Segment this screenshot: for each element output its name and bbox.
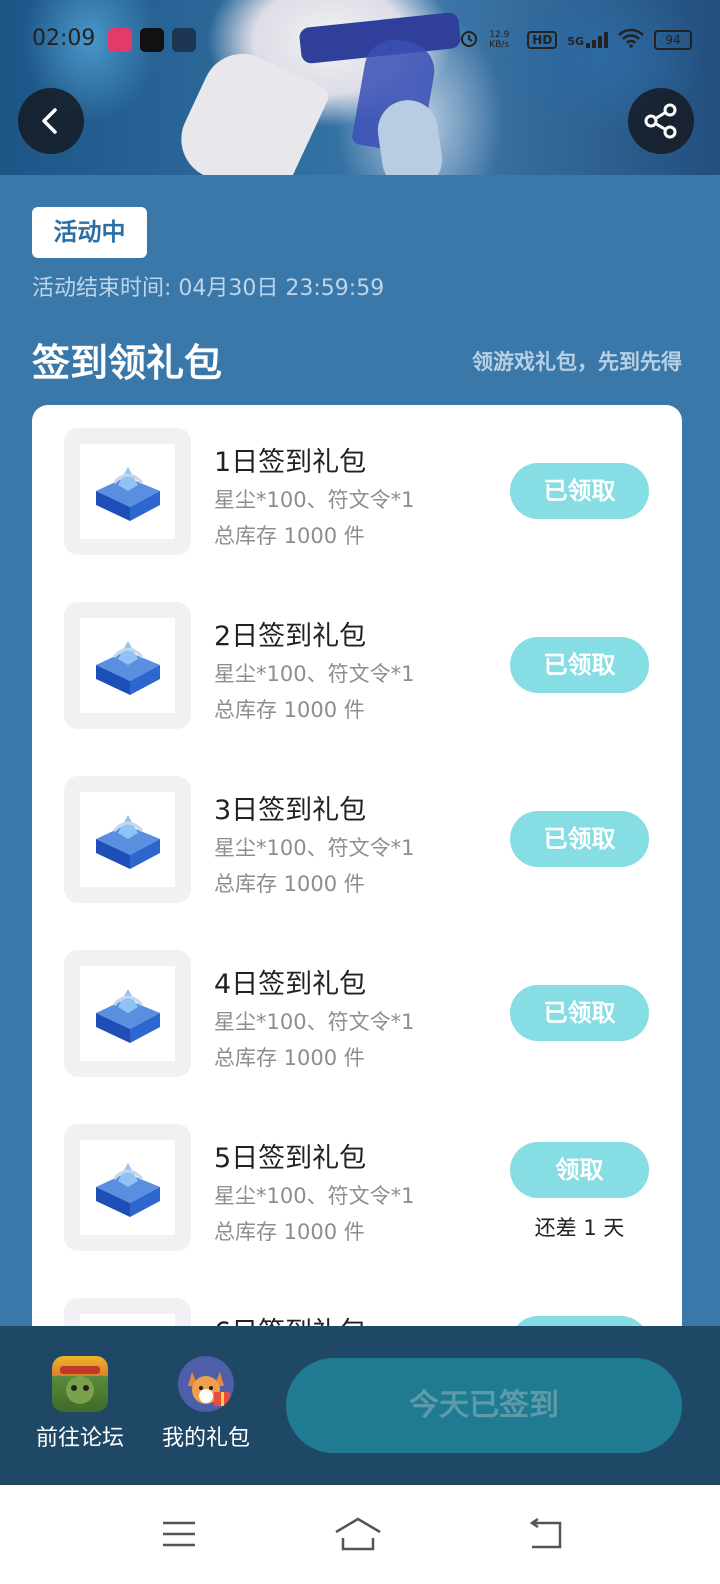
treasure-chest-icon xyxy=(80,966,175,1061)
section-subtitle: 领游戏礼包，先到先得 xyxy=(472,350,682,374)
gift-row-day5: 5日签到礼包 星尘*100、符文令*1 总库存 1000 件 领取 还差 1 天 xyxy=(32,1124,682,1254)
claimed-button[interactable]: 已领取 xyxy=(510,637,649,693)
notification-icons xyxy=(108,28,196,52)
gift-stock: 总库存 1000 件 xyxy=(214,872,365,896)
bottom-action-bar: 前往论坛 我的礼包 今天已签到 xyxy=(0,1326,720,1485)
gift-row-day2: 2日签到礼包 星尘*100、符文令*1 总库存 1000 件 已领取 xyxy=(32,602,682,732)
gift-stock: 总库存 1000 件 xyxy=(214,524,365,548)
share-icon xyxy=(644,103,677,139)
signed-in-today-button[interactable]: 今天已签到 xyxy=(286,1358,682,1453)
section-title: 签到领礼包 xyxy=(32,341,223,385)
tiktok-icon xyxy=(140,28,164,52)
treasure-chest-icon xyxy=(80,618,175,713)
header-banner: 02:09 12.9 KB/s HD 5G 94 xyxy=(0,0,720,175)
claimed-button[interactable]: 已领取 xyxy=(510,985,649,1041)
activity-status-tag: 活动中 xyxy=(32,207,147,258)
signal-bars-icon xyxy=(586,31,608,48)
my-gifts-label: 我的礼包 xyxy=(161,1426,250,1451)
fox-gift-icon xyxy=(178,1356,234,1412)
signal-indicator: 5G xyxy=(567,31,608,48)
gift-row-day3: 3日签到礼包 星尘*100、符文令*1 总库存 1000 件 已领取 xyxy=(32,776,682,906)
forum-label: 前往论坛 xyxy=(35,1426,124,1451)
gift-description: 星尘*100、符文令*1 xyxy=(214,1010,415,1034)
treasure-chest-icon xyxy=(80,1140,175,1235)
nav-home-button[interactable] xyxy=(326,1509,390,1559)
message-icon xyxy=(172,28,196,52)
gift-row-day4: 4日签到礼包 星尘*100、符文令*1 总库存 1000 件 已领取 xyxy=(32,950,682,1080)
menu-icon xyxy=(163,1521,195,1547)
gift-thumbnail xyxy=(64,602,191,729)
nav-menu-button[interactable] xyxy=(147,1509,211,1559)
alarm-icon xyxy=(459,28,479,51)
gift-description: 星尘*100、符文令*1 xyxy=(214,662,415,686)
claimed-button[interactable]: 已领取 xyxy=(510,811,649,867)
game-avatar-icon xyxy=(52,1356,108,1412)
gift-name: 4日签到礼包 xyxy=(214,969,367,1000)
status-bar: 02:09 12.9 KB/s HD 5G 94 xyxy=(0,22,720,58)
network-speed: 12.9 KB/s xyxy=(489,29,510,50)
activity-end-time: 活动结束时间: 04月30日 23:59:59 xyxy=(32,276,385,301)
gift-thumbnail xyxy=(64,776,191,903)
gift-thumbnail xyxy=(64,1124,191,1251)
share-button[interactable] xyxy=(628,88,694,154)
days-remaining-note: 还差 1 天 xyxy=(534,1216,625,1240)
status-indicators: 12.9 KB/s HD 5G 94 xyxy=(459,28,692,51)
gift-description: 星尘*100、符文令*1 xyxy=(214,488,415,512)
gift-thumbnail xyxy=(64,428,191,555)
app-notification-icon xyxy=(108,28,132,52)
back-arrow-icon xyxy=(42,108,57,134)
gift-name: 2日签到礼包 xyxy=(214,621,367,652)
gift-name: 1日签到礼包 xyxy=(214,447,367,478)
gift-name: 3日签到礼包 xyxy=(214,795,367,826)
gift-thumbnail xyxy=(64,950,191,1077)
back-button[interactable] xyxy=(18,88,84,154)
gift-stock: 总库存 1000 件 xyxy=(214,698,365,722)
signal-label: 5G xyxy=(567,34,584,48)
gift-name: 5日签到礼包 xyxy=(214,1143,367,1174)
battery-indicator: 94 xyxy=(654,29,692,50)
claimed-button[interactable]: 已领取 xyxy=(510,463,649,519)
status-time: 02:09 xyxy=(32,26,96,51)
claim-button[interactable]: 领取 xyxy=(510,1142,649,1198)
hd-badge: HD xyxy=(527,30,558,49)
gift-description: 星尘*100、符文令*1 xyxy=(214,836,415,860)
system-nav-bar xyxy=(0,1485,720,1584)
gift-stock: 总库存 1000 件 xyxy=(214,1046,365,1070)
home-icon xyxy=(335,1517,381,1551)
treasure-chest-icon xyxy=(80,792,175,887)
treasure-chest-icon xyxy=(80,444,175,539)
my-gifts-link[interactable]: 我的礼包 xyxy=(156,1356,256,1452)
forum-link[interactable]: 前往论坛 xyxy=(30,1356,130,1452)
gift-stock: 总库存 1000 件 xyxy=(214,1220,365,1244)
gift-row-day1: 1日签到礼包 星尘*100、符文令*1 总库存 1000 件 已领取 xyxy=(32,428,682,558)
gift-list-card: 1日签到礼包 星尘*100、符文令*1 总库存 1000 件 已领取 2日签到礼… xyxy=(32,405,682,1365)
gift-description: 星尘*100、符文令*1 xyxy=(214,1184,415,1208)
wifi-icon xyxy=(618,28,644,51)
back-icon xyxy=(529,1517,562,1549)
nav-back-button[interactable] xyxy=(512,1509,576,1559)
